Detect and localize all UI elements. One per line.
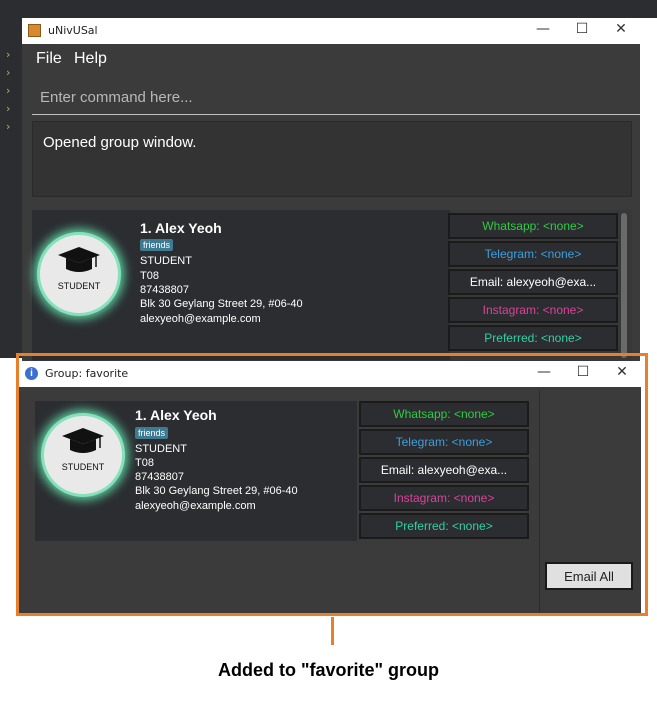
main-window: uNivUSal — ☐ ✕ File Help Opened group wi… (22, 18, 640, 363)
group-window: i Group: favorite — ☐ ✕ STUDENT 1. Alex … (19, 361, 641, 613)
tag-badge: friends (140, 239, 174, 251)
avatar: STUDENT (41, 413, 125, 497)
email-channel[interactable]: Email: alexyeoh@exa... (448, 269, 618, 295)
annotation-connector (331, 617, 334, 645)
chevron-right-icon: › (6, 66, 11, 79)
window-title: uNivUSal (48, 24, 98, 37)
chevron-right-icon: › (6, 48, 11, 61)
close-icon[interactable]: ✕ (607, 364, 637, 380)
person-tutorial: T08 (140, 270, 159, 282)
menu-file[interactable]: File (36, 50, 62, 68)
menu-help[interactable]: Help (74, 50, 107, 68)
menu-bar: File Help (22, 44, 640, 74)
person-phone: 87438807 (135, 471, 184, 483)
background-editor-gutter: › › › › › (0, 18, 22, 358)
telegram-channel[interactable]: Telegram: <none> (448, 241, 618, 267)
telegram-channel[interactable]: Telegram: <none> (359, 429, 529, 455)
main-titlebar[interactable]: uNivUSal — ☐ ✕ (22, 18, 640, 44)
annotation-caption: Added to "favorite" group (217, 660, 440, 680)
app-icon (28, 24, 41, 37)
group-titlebar[interactable]: i Group: favorite — ☐ ✕ (19, 361, 641, 387)
person-card[interactable]: STUDENT 1. Alex Yeoh friends STUDENT T08… (32, 210, 450, 360)
minimize-icon[interactable]: — (528, 21, 558, 37)
person-address: Blk 30 Geylang Street 29, #06-40 (135, 485, 298, 497)
chevron-right-icon: › (6, 84, 11, 97)
minimize-icon[interactable]: — (529, 364, 559, 380)
background-editor-tabs (0, 0, 657, 18)
chevron-right-icon: › (6, 102, 11, 115)
person-address: Blk 30 Geylang Street 29, #06-40 (140, 298, 303, 310)
panel-divider (539, 391, 540, 613)
person-email: alexyeoh@example.com (140, 313, 261, 325)
whatsapp-channel[interactable]: Whatsapp: <none> (448, 213, 618, 239)
whatsapp-channel[interactable]: Whatsapp: <none> (359, 401, 529, 427)
instagram-channel[interactable]: Instagram: <none> (359, 485, 529, 511)
email-all-button[interactable]: Email All (545, 562, 633, 590)
person-role: STUDENT (140, 255, 192, 267)
preferred-channel[interactable]: Preferred: <none> (359, 513, 529, 539)
graduation-cap-icon (58, 247, 100, 272)
person-card[interactable]: STUDENT 1. Alex Yeoh friends STUDENT T08… (35, 401, 357, 541)
info-icon: i (25, 367, 38, 380)
avatar-label: STUDENT (61, 462, 105, 472)
instagram-channel[interactable]: Instagram: <none> (448, 297, 618, 323)
result-display: Opened group window. (32, 121, 632, 197)
person-name: 1. Alex Yeoh (135, 407, 217, 423)
person-name: 1. Alex Yeoh (140, 220, 222, 236)
person-list-panel: STUDENT 1. Alex Yeoh friends STUDENT T08… (32, 210, 632, 363)
group-window-title: Group: favorite (45, 367, 129, 380)
maximize-icon[interactable]: ☐ (568, 364, 598, 380)
graduation-cap-icon (62, 428, 104, 453)
person-tutorial: T08 (135, 457, 154, 469)
tag-badge: friends (135, 427, 169, 439)
command-input[interactable] (32, 80, 640, 115)
email-channel[interactable]: Email: alexyeoh@exa... (359, 457, 529, 483)
person-role: STUDENT (135, 443, 187, 455)
person-phone: 87438807 (140, 284, 189, 296)
preferred-channel[interactable]: Preferred: <none> (448, 325, 618, 351)
avatar-label: STUDENT (57, 281, 101, 291)
maximize-icon[interactable]: ☐ (567, 21, 597, 37)
chevron-right-icon: › (6, 120, 11, 133)
avatar: STUDENT (37, 232, 121, 316)
close-icon[interactable]: ✕ (606, 21, 636, 37)
person-email: alexyeoh@example.com (135, 500, 256, 512)
list-scrollbar[interactable] (621, 213, 627, 358)
